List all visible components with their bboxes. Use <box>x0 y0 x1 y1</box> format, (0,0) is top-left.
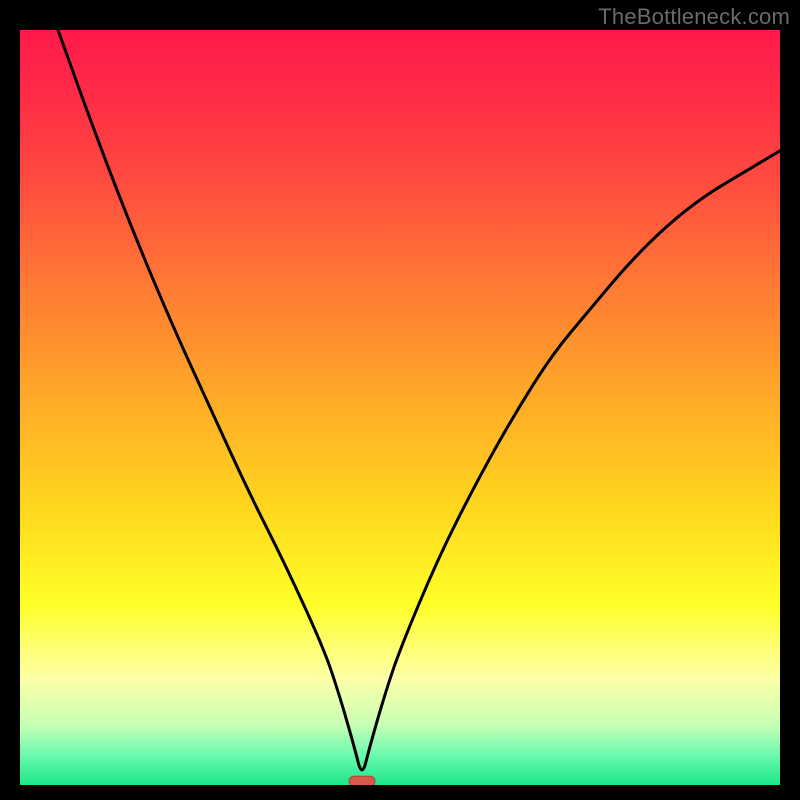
minimum-marker <box>349 776 375 785</box>
plot-area <box>20 30 780 785</box>
curve-path <box>58 30 780 770</box>
watermark-text: TheBottleneck.com <box>598 4 790 30</box>
chart-frame: TheBottleneck.com <box>0 0 800 800</box>
plot-svg <box>20 30 780 785</box>
